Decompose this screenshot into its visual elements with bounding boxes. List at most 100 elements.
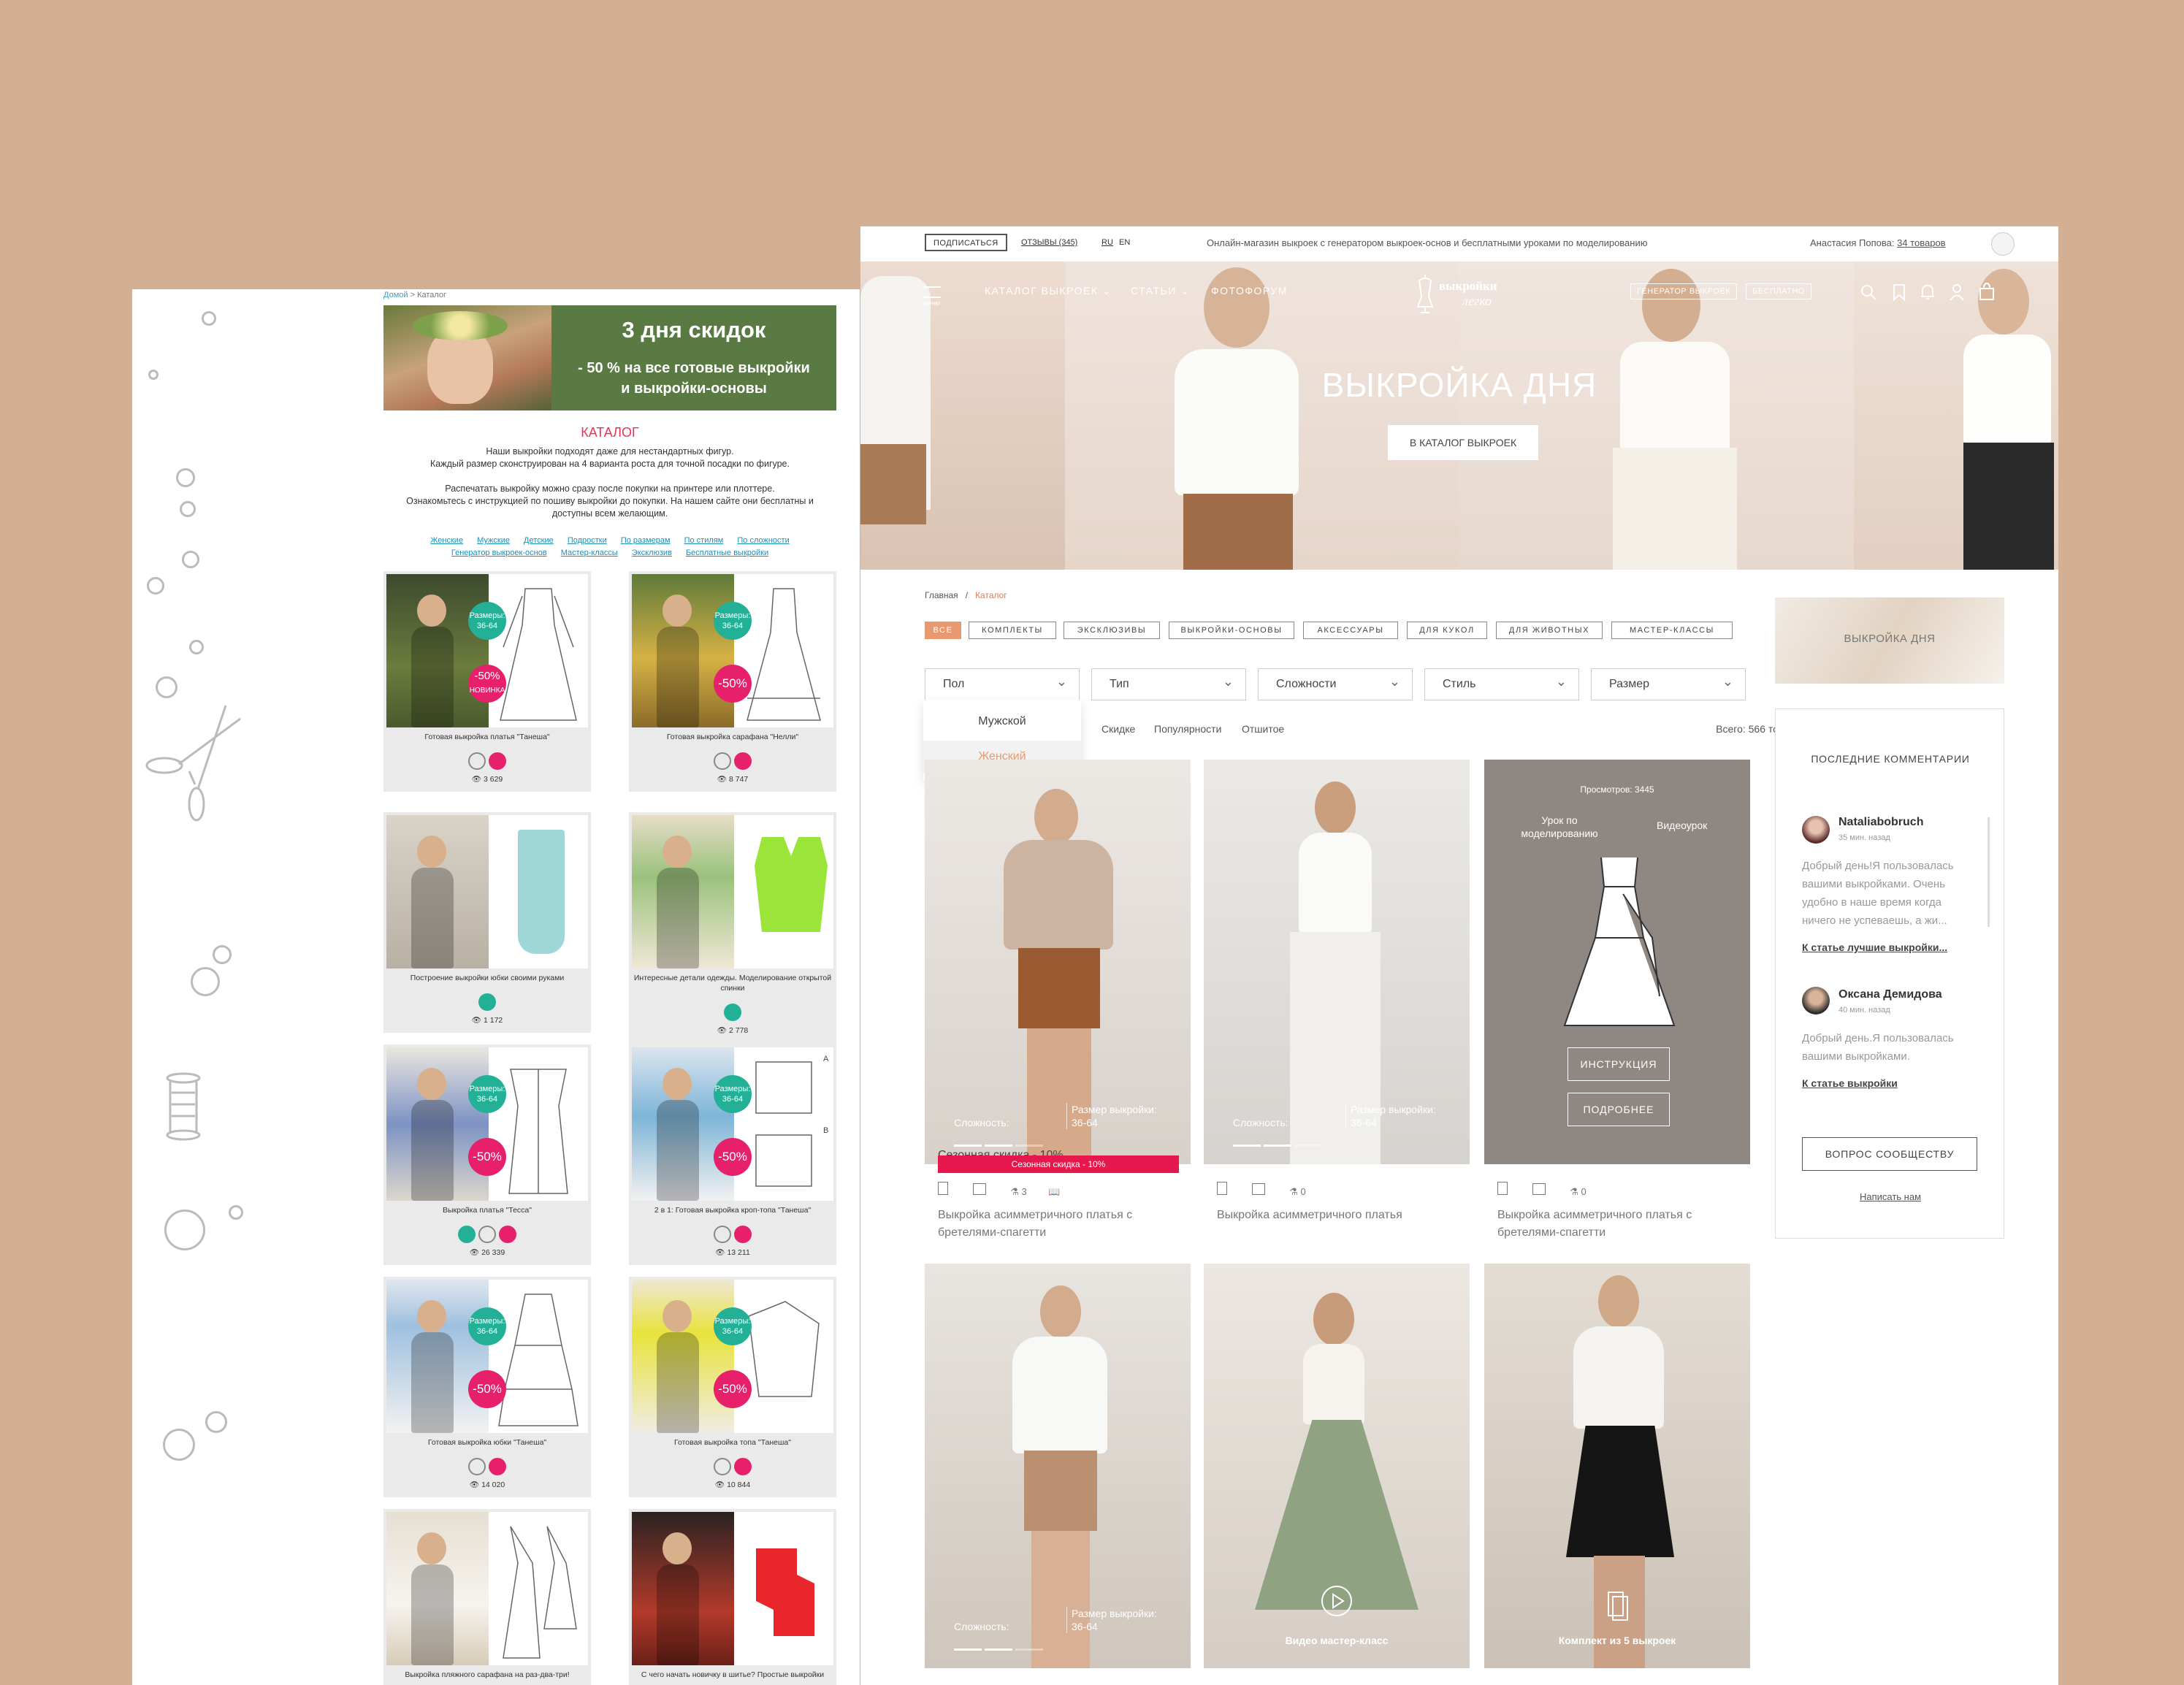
- bookmark-icon[interactable]: [1497, 1182, 1508, 1195]
- chip-bases[interactable]: ВЫКРОЙКИ-ОСНОВЫ: [1169, 622, 1294, 639]
- sort-popularity[interactable]: Популярности: [1154, 723, 1221, 735]
- product-card[interactable]: С чего начать новичку в шитье? Простые в…: [629, 1509, 836, 1685]
- nav-catalog[interactable]: КАТАЛОГ ВЫКРОЕК ⌄: [985, 285, 1112, 297]
- product-card[interactable]: Комплект из 5 выкроек: [1484, 1264, 1750, 1668]
- bookmark-icon[interactable]: [1892, 283, 1906, 301]
- view-count: Просмотров: 3445: [1580, 784, 1654, 795]
- write-us-link[interactable]: Написать нам: [1776, 1191, 2005, 1202]
- sort-sewn[interactable]: Отшитое: [1242, 723, 1284, 735]
- product-card[interactable]: Размеры: 36-64 -50% Готовая выкройка сара…: [629, 571, 836, 792]
- product-card[interactable]: Размеры: 36-64 -50% НОВИНКА Готовая выкрой…: [383, 571, 591, 792]
- filter-style[interactable]: Стиль: [1424, 666, 1579, 700]
- product-card[interactable]: Размеры: 36-64 -50% Готовая выкройка юбки…: [383, 1277, 591, 1497]
- link-teens[interactable]: Подростки: [568, 536, 607, 545]
- product-name[interactable]: Выкройка асимметричного платья с бретелям…: [938, 1207, 1204, 1242]
- ask-community-button[interactable]: ВОПРОС СООБЩЕСТВУ: [1802, 1137, 1977, 1171]
- like-icon[interactable]: ⚗ 0: [1289, 1186, 1306, 1197]
- video-caption: Видео мастер-класс: [1285, 1635, 1389, 1646]
- product-name[interactable]: Выкройка асимметричного платья: [1217, 1207, 1483, 1224]
- cart-count-link[interactable]: 34 товаров: [1897, 237, 1945, 248]
- site-logo[interactable]: выкройки легко: [1414, 272, 1516, 316]
- nav-articles[interactable]: СТАТЬИ ⌄: [1131, 285, 1190, 297]
- product-card[interactable]: Видео мастер-класс: [1204, 1264, 1470, 1668]
- lang-ru[interactable]: RU: [1101, 238, 1113, 247]
- chip-all[interactable]: ВСЕ: [925, 622, 961, 639]
- comment-author[interactable]: Оксана Демидова: [1839, 988, 1942, 1001]
- instruction-button[interactable]: ИНСТРУКЦИЯ: [1568, 1047, 1670, 1081]
- filter-size[interactable]: Размер: [1591, 666, 1746, 700]
- view-count: 👁 14 020: [469, 1480, 505, 1489]
- pattern-set-icon[interactable]: [1603, 1589, 1632, 1621]
- lang-en[interactable]: EN: [1119, 238, 1130, 247]
- filter-difficulty[interactable]: Сложности: [1258, 666, 1413, 700]
- subscribe-button[interactable]: ПОДПИСАТЬСЯ: [925, 234, 1007, 251]
- chip-dolls[interactable]: ДЛЯ КУКОЛ: [1407, 622, 1487, 639]
- chip-sets[interactable]: КОМПЛЕКТЫ: [969, 622, 1056, 639]
- sort-discount[interactable]: Скидке: [1101, 723, 1135, 735]
- link-masterclasses[interactable]: Мастер-классы: [561, 549, 618, 557]
- product-card[interactable]: Размеры: 36-64 -50% Выкройка платья "Тесс…: [383, 1044, 591, 1265]
- product-card[interactable]: Сложность: Размер выкройки: 36-64: [1204, 760, 1470, 1164]
- product-card[interactable]: Выкройка пляжного сарафана на раз-два-тр…: [383, 1509, 591, 1685]
- bookmark-icon[interactable]: [1217, 1182, 1227, 1195]
- cart-bag-icon[interactable]: [1532, 1183, 1546, 1195]
- lesson-label[interactable]: Урок по моделированию: [1512, 814, 1607, 840]
- bell-icon[interactable]: [1920, 283, 1936, 301]
- model-head: [1313, 1293, 1354, 1345]
- breadcrumb-home-link[interactable]: Домой: [383, 291, 408, 299]
- product-card[interactable]: Построение выкройки юбки своими руками 👁…: [383, 812, 591, 1033]
- search-icon[interactable]: [1860, 283, 1877, 301]
- avatar-icon[interactable]: [1991, 232, 2015, 256]
- chip-pets[interactable]: ДЛЯ ЖИВОТНЫХ: [1496, 622, 1603, 639]
- product-name[interactable]: Выкройка асимметричного платья с бретелям…: [1497, 1207, 1763, 1242]
- avatar[interactable]: [1802, 816, 1830, 844]
- product-card[interactable]: A B Размеры: 36-64 -50% 2 в 1: Готовая вы…: [629, 1044, 836, 1265]
- reviews-link[interactable]: ОТЗЫВЫ (345): [1021, 238, 1077, 247]
- link-by-style[interactable]: По стилям: [684, 536, 724, 545]
- user-icon[interactable]: [1949, 283, 1965, 301]
- chip-accessories[interactable]: АКСЕССУАРЫ: [1303, 622, 1398, 639]
- comment-scrollbar[interactable]: [1988, 817, 1990, 927]
- comment-author[interactable]: Nataliabobruch: [1839, 816, 1923, 829]
- link-kids[interactable]: Детские: [524, 536, 554, 545]
- cart-bag-icon[interactable]: [1251, 1183, 1265, 1195]
- comment-link[interactable]: К статье выкройки: [1802, 1077, 1898, 1089]
- link-generator[interactable]: Генератор выкроек-основ: [451, 549, 547, 557]
- nav-photoforum[interactable]: ФОТОФОРУМ: [1211, 285, 1288, 297]
- product-card[interactable]: Размеры: 36-64 -50% Готовая выкройка топа…: [629, 1277, 836, 1497]
- day-pattern-promo[interactable]: ВЫКРОЙКА ДНЯ: [1775, 597, 2004, 684]
- hero-catalog-button[interactable]: В КАТАЛОГ ВЫКРОЕК: [1388, 425, 1538, 460]
- link-exclusive[interactable]: Эксклюзив: [632, 549, 672, 557]
- link-free[interactable]: Бесплатные выкройки: [686, 549, 768, 557]
- video-label[interactable]: Видеоурок: [1657, 819, 1707, 831]
- menu-icon[interactable]: [923, 286, 941, 298]
- filter-type[interactable]: Тип: [1091, 666, 1246, 700]
- link-by-difficulty[interactable]: По сложности: [737, 536, 789, 545]
- free-button[interactable]: БЕСПЛАТНО: [1746, 283, 1811, 299]
- details-button[interactable]: ПОДРОБНЕЕ: [1568, 1093, 1670, 1126]
- chip-masterclasses[interactable]: МАСТЕР-КЛАССЫ: [1611, 622, 1733, 639]
- comment-link[interactable]: К статье лучшие выкройки...: [1802, 941, 1947, 953]
- like-icon[interactable]: ⚗ 0: [1570, 1186, 1587, 1197]
- link-by-size[interactable]: По размерам: [621, 536, 671, 545]
- link-women[interactable]: Женские: [430, 536, 463, 545]
- link-men[interactable]: Мужские: [477, 536, 510, 545]
- generator-button[interactable]: ГЕНЕРАТОР ВЫКРОЕК: [1630, 283, 1738, 299]
- product-card[interactable]: Сложность: Размер выкройки:36-64 Сезонна…: [925, 760, 1191, 1164]
- scissors-icon: [478, 1226, 496, 1243]
- breadcrumb-home-link[interactable]: Главная: [925, 590, 958, 600]
- chip-exclusives[interactable]: ЭКСКЛЮЗИВЫ: [1064, 622, 1160, 639]
- avatar[interactable]: [1802, 987, 1830, 1015]
- product-card[interactable]: Сложность: Размер выкройки: 36-64: [925, 1264, 1191, 1668]
- like-icon[interactable]: ⚗ 3: [1010, 1186, 1027, 1197]
- option-male[interactable]: Мужской: [923, 706, 1081, 738]
- cart-bag-icon[interactable]: [1978, 282, 1996, 301]
- cart-bag-icon[interactable]: [972, 1183, 986, 1195]
- product-card-hover[interactable]: Просмотров: 3445 Урок по моделированию В…: [1484, 760, 1750, 1164]
- book-icon[interactable]: 📖: [1048, 1186, 1060, 1197]
- filter-gender[interactable]: Пол: [925, 666, 1080, 700]
- play-icon[interactable]: [1321, 1585, 1353, 1617]
- product-card[interactable]: Интересные детали одежды. Моделирование …: [629, 812, 836, 1044]
- promo-banner[interactable]: 3 дня скидок - 50 % на все готовые выкро…: [383, 305, 836, 410]
- bookmark-icon[interactable]: [938, 1182, 948, 1195]
